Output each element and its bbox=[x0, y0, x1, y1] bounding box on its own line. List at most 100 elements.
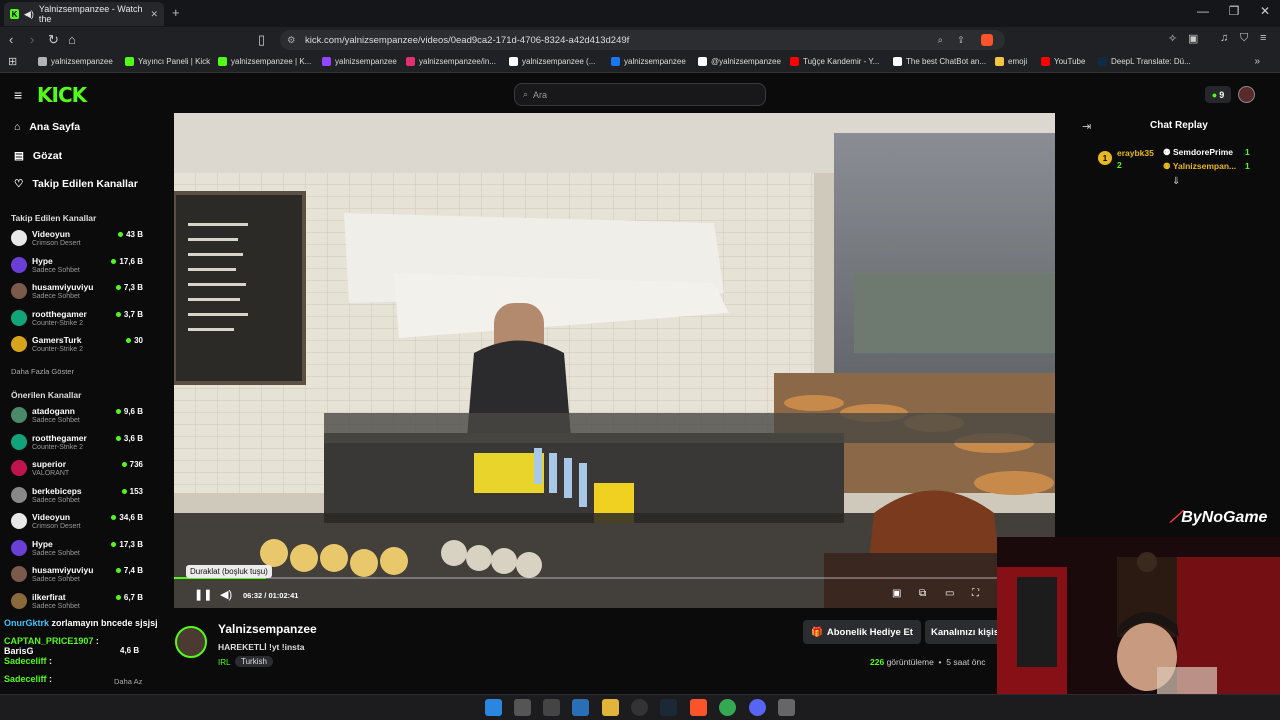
nav-home[interactable]: ⌂ Ana Sayfa bbox=[14, 121, 80, 133]
restore-icon[interactable]: ❐ bbox=[1224, 4, 1244, 18]
app-icon[interactable] bbox=[778, 699, 795, 716]
overlay-chat-user[interactable]: CAPTAN_PRICE1907 bbox=[4, 636, 93, 646]
gift-sub-button[interactable]: 🎁 Abonelik Hediye Et bbox=[803, 620, 921, 644]
bookmark-item[interactable]: yalnizsempanzee/in... bbox=[406, 57, 496, 66]
channel-item[interactable]: Videoyun Crimson Desert 34,6 B bbox=[11, 510, 145, 534]
channel-item[interactable]: husamviyuviyu Sadece Sohbet 7,4 B bbox=[11, 563, 145, 587]
site-settings-icon[interactable]: ⚙ bbox=[287, 35, 296, 46]
kick-points-badge[interactable]: ● 9 bbox=[1205, 86, 1231, 103]
channel-avatar bbox=[11, 407, 27, 423]
home-icon[interactable]: ⌂ bbox=[68, 32, 76, 47]
bookmark-item[interactable]: Yayıncı Paneli | Kick bbox=[125, 57, 210, 66]
video-frame bbox=[174, 113, 1055, 608]
brave-shield-icon[interactable] bbox=[981, 34, 993, 46]
channel-item[interactable]: berkebiceps Sadece Sohbet 153 bbox=[11, 484, 145, 508]
kick-logo[interactable]: KICK bbox=[37, 83, 87, 107]
collapse-chat-icon[interactable]: ⇥ bbox=[1082, 120, 1091, 133]
discord-icon[interactable] bbox=[749, 699, 766, 716]
minimize-icon[interactable]: — bbox=[1193, 4, 1213, 18]
extensions-icon[interactable]: ✧ bbox=[1168, 32, 1177, 45]
snipping-icon[interactable] bbox=[543, 699, 560, 716]
more-bookmarks-icon[interactable]: » bbox=[1254, 56, 1260, 67]
gifter-2: ⚉ SemdorePrime bbox=[1163, 147, 1233, 158]
bookmark-item[interactable]: Tuğçe Kandemir - Y... bbox=[790, 57, 879, 66]
channel-item[interactable]: Videoyun Crimson Desert 43 B bbox=[11, 227, 145, 251]
hamburger-menu-icon[interactable]: ≡ bbox=[14, 87, 22, 103]
channel-item[interactable]: rootthegamer Counter-Strike 2 3,7 B bbox=[11, 307, 145, 331]
bookmark-item[interactable]: yalnizsempanzee bbox=[611, 57, 686, 66]
brave-icon[interactable] bbox=[690, 699, 707, 716]
new-tab-button[interactable]: + bbox=[172, 5, 180, 20]
channel-item[interactable]: superior VALORANT 736 bbox=[11, 457, 145, 481]
fullscreen-icon[interactable]: ⛶ bbox=[972, 588, 979, 599]
back-icon[interactable]: ‹ bbox=[9, 32, 13, 47]
share-icon[interactable]: ⇪ bbox=[957, 35, 965, 46]
bookmark-item[interactable]: @yalnizsempanzee bbox=[698, 57, 781, 66]
volume-icon[interactable]: ◀) bbox=[220, 588, 232, 601]
language-tag[interactable]: Turkish bbox=[235, 656, 273, 667]
channel-item[interactable]: GamersTurk Counter-Strike 2 30 bbox=[11, 333, 145, 357]
show-more-link[interactable]: Daha Fazla Göster bbox=[11, 367, 74, 376]
streamer-name[interactable]: Yalnizsempanzee bbox=[218, 622, 317, 636]
channel-item[interactable]: Hype Sadece Sohbet 17,6 B bbox=[11, 254, 145, 278]
channel-category: Sadece Sohbet bbox=[32, 417, 80, 424]
sidebar-toggle-icon[interactable]: ▣ bbox=[1188, 32, 1198, 45]
photos-icon[interactable] bbox=[572, 699, 589, 716]
bookmark-item[interactable]: yalnizsempanzee bbox=[38, 57, 113, 66]
bookmark-item[interactable]: emoji bbox=[995, 57, 1027, 66]
start-icon[interactable] bbox=[485, 699, 502, 716]
close-window-icon[interactable]: ✕ bbox=[1255, 4, 1275, 18]
bookmark-item[interactable]: The best ChatBot an... bbox=[893, 57, 986, 66]
bookmark-item[interactable]: yalnizsempanzee bbox=[322, 57, 397, 66]
steam-icon[interactable] bbox=[660, 699, 677, 716]
search-input[interactable]: ⌕ Ara bbox=[514, 83, 766, 106]
bookmark-icon[interactable]: ▯ bbox=[258, 32, 265, 48]
channel-item[interactable]: ilkerfirat Sadece Sohbet 6,7 B bbox=[11, 590, 145, 614]
menu-icon[interactable]: ≡ bbox=[1260, 32, 1266, 44]
channel-item[interactable]: husamviyuviyu Sadece Sohbet 7,3 B bbox=[11, 280, 145, 304]
vpn-icon[interactable]: ⛉ bbox=[1240, 32, 1248, 45]
bookmark-item[interactable]: YouTube bbox=[1041, 57, 1085, 66]
gifter-3-name[interactable]: Yalnizsempan... bbox=[1173, 161, 1236, 171]
bookmark-item[interactable]: yalnizsempanzee | K... bbox=[218, 57, 311, 66]
pip-icon[interactable]: ▣ bbox=[892, 588, 901, 599]
home-icon: ⌂ bbox=[14, 121, 21, 133]
close-tab-icon[interactable]: ✕ bbox=[150, 9, 158, 20]
expand-gifters-icon[interactable]: ⇓ bbox=[1172, 176, 1180, 187]
bookmark-label: DeepL Translate: Dü... bbox=[1111, 57, 1191, 66]
channel-category: Sadece Sohbet bbox=[32, 266, 80, 274]
task-view-icon[interactable] bbox=[514, 699, 531, 716]
chrome-icon[interactable] bbox=[719, 699, 736, 716]
show-less-link[interactable]: Daha Az bbox=[114, 677, 142, 686]
overlay-chat-user[interactable]: BarisG bbox=[4, 646, 34, 656]
bookmark-item[interactable]: DeepL Translate: Dü... bbox=[1098, 57, 1191, 66]
apps-grid-icon[interactable]: ⊞ bbox=[8, 55, 17, 68]
overlay-chat-user[interactable]: OnurGktrk bbox=[4, 618, 49, 628]
overlay-chat-user[interactable]: Sadeceliff bbox=[4, 674, 47, 684]
forward-icon[interactable]: › bbox=[30, 32, 34, 47]
video-player[interactable] bbox=[174, 113, 1055, 608]
overlay-chat-user[interactable]: Sadeceliff bbox=[4, 656, 47, 666]
browser-tab[interactable]: K ◀) Yalnizsempanzee - Watch the ✕ bbox=[4, 2, 164, 26]
channel-item[interactable]: atadogann Sadece Sohbet 9,6 B bbox=[11, 404, 145, 428]
gifter-2-name[interactable]: SemdorePrime bbox=[1173, 147, 1233, 157]
bookmark-item[interactable]: yalnizsempanzee (... bbox=[509, 57, 595, 66]
url-field[interactable]: ⚙ kick.com/yalnizsempanzee/videos/0ead9c… bbox=[280, 30, 1005, 50]
customize-channel-button[interactable]: Kanalınızı kişis bbox=[925, 620, 997, 644]
channel-item[interactable]: Hype Sadece Sohbet 17,3 B bbox=[11, 537, 145, 561]
theater-icon[interactable]: ▭ bbox=[945, 588, 954, 599]
nav-following[interactable]: ♡ Takip Edilen Kanallar bbox=[14, 178, 138, 190]
media-icon[interactable]: ♫ bbox=[1220, 32, 1228, 44]
progress-bar[interactable] bbox=[174, 577, 1055, 579]
zoom-icon[interactable]: ⌕ bbox=[938, 35, 943, 46]
obs-icon[interactable] bbox=[631, 699, 648, 716]
user-avatar[interactable] bbox=[1238, 86, 1255, 103]
top-gifter-name[interactable]: eraybk35 bbox=[1117, 148, 1154, 158]
channel-item[interactable]: rootthegamer Counter-Strike 2 3,6 B bbox=[11, 431, 145, 455]
pause-icon[interactable]: ❚❚ bbox=[194, 588, 212, 601]
nav-browse[interactable]: ▤ Gözat bbox=[14, 150, 62, 162]
reload-icon[interactable]: ↻ bbox=[48, 32, 59, 48]
file-explorer-icon[interactable] bbox=[602, 699, 619, 716]
clip-icon[interactable]: ⧉ bbox=[919, 588, 926, 599]
viewer-count: 34,6 B bbox=[111, 513, 143, 522]
